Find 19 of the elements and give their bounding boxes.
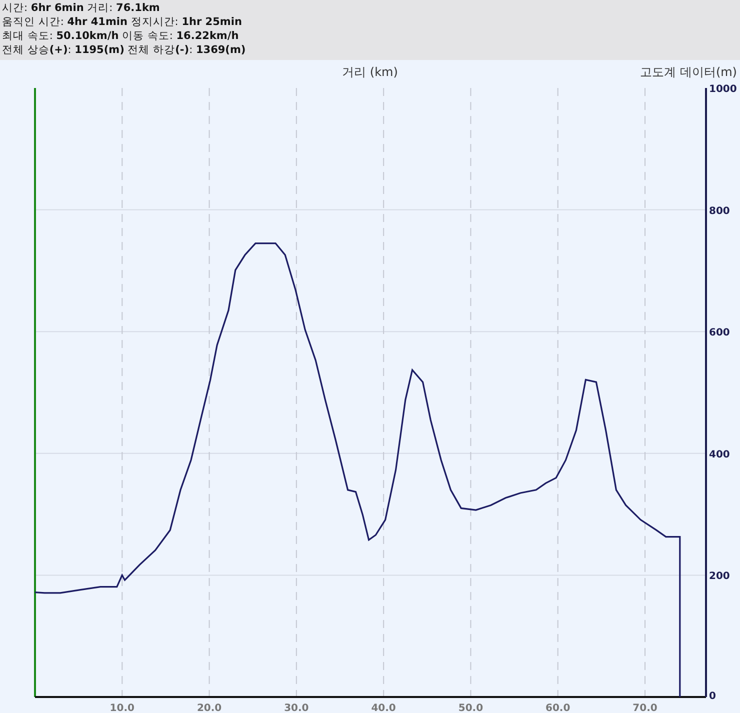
summary-line: 시간: 6hr 6min 거리: 76.1km	[2, 1, 161, 15]
x-tick-label: 20.0	[196, 703, 222, 713]
y-axis-title: 고도계 데이터(m)	[640, 65, 737, 79]
y-tick-label: 400	[709, 449, 730, 460]
summary-line: 전체 상승(+): 1195(m) 전체 하강(-): 1369(m)	[2, 43, 247, 57]
y-tick-label: 600	[709, 328, 730, 339]
y-tick-label: 800	[709, 206, 730, 217]
x-tick-label: 30.0	[284, 703, 309, 713]
x-tick-label: 40.0	[371, 703, 396, 713]
summary-line: 움직인 시간: 4hr 41min 정지시간: 1hr 25min	[2, 15, 243, 29]
x-tick-label: 70.0	[632, 703, 658, 713]
x-tick-label: 60.0	[546, 703, 570, 713]
x-axis-title: 거리 (km)	[342, 65, 398, 79]
y-tick-label: 1000	[709, 84, 737, 95]
x-tick-label: 50.0	[458, 703, 484, 713]
x-tick-label: 10.0	[110, 703, 134, 713]
y-tick-label: 0	[709, 691, 716, 702]
y-tick-label: 200	[709, 571, 730, 582]
summary-line: 최대 속도: 50.10km/h 이동 속도: 16.22km/h	[2, 29, 240, 43]
